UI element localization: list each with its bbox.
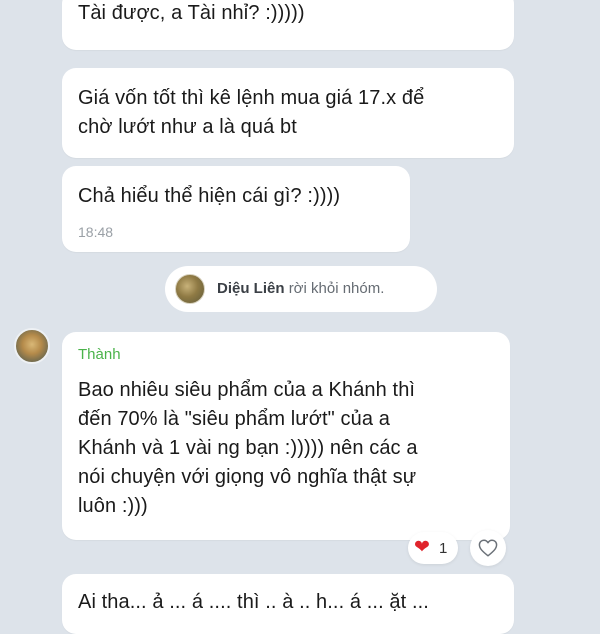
avatar[interactable] — [175, 274, 205, 304]
avatar[interactable] — [14, 328, 50, 364]
reaction-count: 1 — [439, 540, 448, 557]
message-text: Tài được, a Tài nhỉ? :))))) — [78, 2, 305, 24]
message-bubble[interactable]: Chả hiểu thể hiện cái gì? :)))) 18:48 — [62, 166, 410, 252]
message-bubble[interactable]: Tài được, a Tài nhỉ? :))))) — [62, 0, 514, 50]
like-button[interactable] — [470, 530, 506, 566]
message-text: Chả hiểu thể hiện cái gì? :)))) — [78, 185, 341, 207]
reaction-summary[interactable]: ❤ 1 — [408, 532, 458, 564]
message-text: Ai tha... ả ... á .... thì .. à .. h... … — [78, 591, 429, 613]
message-text: Bao nhiêu siêu phẩm của a Khánh thì đến … — [78, 379, 418, 517]
message-bubble[interactable]: Giá vốn tốt thì kê lệnh mua giá 17.x để … — [62, 68, 514, 158]
sender-name[interactable]: Thành — [78, 346, 121, 363]
red-heart-emoji-icon: ❤ — [414, 537, 430, 558]
system-notice: Diệu Liên rời khỏi nhóm. — [165, 266, 437, 312]
system-notice-text: Diệu Liên rời khỏi nhóm. — [217, 280, 384, 297]
heart-outline-icon — [478, 539, 498, 557]
message-timestamp: 18:48 — [78, 224, 114, 240]
message-bubble[interactable]: Thành Bao nhiêu siêu phẩm của a Khánh th… — [62, 332, 510, 540]
message-bubble[interactable]: Ai tha... ả ... á .... thì .. à .. h... … — [62, 574, 514, 634]
member-name[interactable]: Diệu Liên — [217, 280, 285, 297]
message-text: Giá vốn tốt thì kê lệnh mua giá 17.x để … — [78, 87, 425, 138]
system-notice-action: rời khỏi nhóm. — [288, 280, 385, 297]
